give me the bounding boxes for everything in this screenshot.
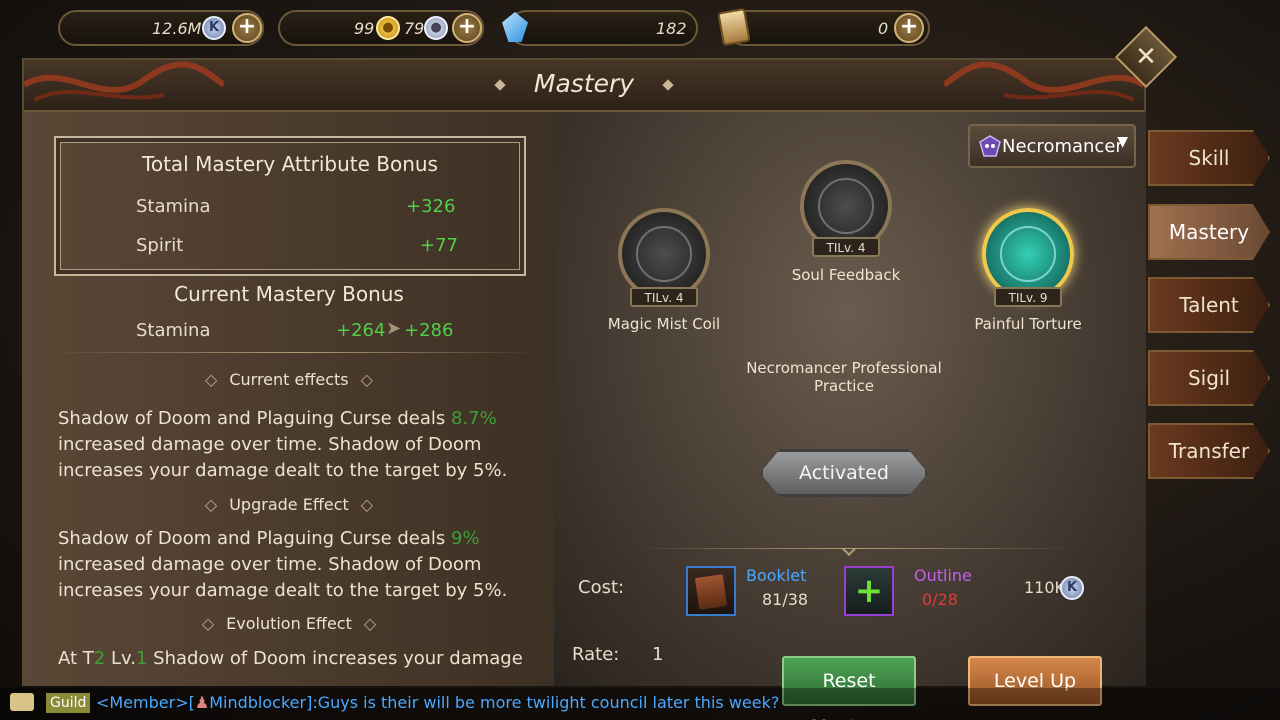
current-effects-text-b: increased damage over time. Shadow of Do…: [58, 434, 508, 481]
total-stamina-value: +326: [406, 196, 456, 217]
evolution-text-c: Shadow of Doom increases your damage: [147, 648, 523, 669]
current-stamina-from: +264: [336, 320, 386, 341]
evolution-text-a: At T: [58, 648, 94, 669]
evolution-text-b: Lv.: [105, 648, 136, 669]
add-card-button[interactable]: +: [894, 13, 924, 43]
plus-icon: +: [854, 571, 884, 611]
current-effects-text-a: Shadow of Doom and Plaguing Curse deals: [58, 408, 452, 429]
current-effects-text: Shadow of Doom and Plaguing Curse deals …: [58, 406, 528, 484]
tab-talent[interactable]: Talent: [1148, 277, 1270, 333]
card-resource: 0 +: [717, 7, 930, 47]
kcoin-icon: K: [1060, 576, 1084, 600]
current-bonus-title: Current Mastery Bonus: [174, 282, 404, 306]
evolution-effect-title-text: Evolution Effect: [226, 614, 352, 633]
upgrade-effect-title-text: Upgrade Effect: [229, 495, 349, 514]
add-kcoin-button[interactable]: +: [232, 13, 262, 43]
skill-name: Magic Mist Coil: [607, 315, 721, 333]
add-gold-button[interactable]: +: [452, 13, 482, 43]
upgrade-effect-text: Shadow of Doom and Plaguing Curse deals …: [58, 526, 528, 604]
booklet-count: 81/38: [762, 590, 809, 609]
current-effects-pct: 8.7%: [451, 408, 497, 429]
rate-value: 1: [652, 644, 664, 665]
class-select[interactable]: Necromancer ▼: [968, 124, 1136, 168]
booklet-name: Booklet: [746, 566, 807, 585]
total-bonus-box: Total Mastery Attribute Bonus Stamina +3…: [54, 136, 526, 276]
mastery-panel: Mastery Total Mastery Attribute Bonus St…: [22, 58, 1146, 720]
arrow-right-icon: ➤: [386, 318, 402, 339]
outline-count: 0/28: [922, 590, 958, 609]
practice-label: Necromancer Professional Practice: [746, 359, 942, 395]
card-value: 0: [878, 19, 889, 38]
kcoin-icon: K: [202, 16, 226, 40]
chat-bubble-icon[interactable]: [10, 693, 34, 711]
evolution-tier: 2: [93, 648, 106, 669]
current-stamina-label: Stamina: [136, 320, 211, 341]
kcoin-value: 12.6M: [152, 19, 202, 38]
close-icon: ✕: [1135, 42, 1157, 72]
total-spirit-label: Spirit: [136, 235, 184, 256]
activated-status: Activated: [760, 449, 928, 497]
chevron-down-icon: [841, 541, 857, 557]
skill-level-badge: TILv. 4: [630, 287, 698, 307]
skill-level-badge: TILv. 9: [994, 287, 1062, 307]
panel-title: Mastery: [24, 69, 1144, 98]
chat-channel-badge: Guild: [46, 693, 91, 713]
tab-sigil[interactable]: Sigil: [1148, 350, 1270, 406]
panel-header: Mastery: [24, 60, 1144, 112]
upgrade-text-a: Shadow of Doom and Plaguing Curse deals: [58, 528, 452, 549]
chevron-down-icon: ▼: [1117, 134, 1128, 150]
total-stamina-label: Stamina: [136, 196, 211, 217]
card-icon: [717, 7, 751, 47]
upgrade-text-b: increased damage over time. Shadow of Do…: [58, 554, 508, 601]
upgrade-effect-title: Upgrade Effect: [24, 495, 554, 514]
current-stamina-to: +286: [404, 320, 454, 341]
booklet-item[interactable]: [686, 566, 736, 616]
outline-name: Outline: [914, 566, 972, 585]
skill-name: Painful Torture: [974, 315, 1082, 333]
class-select-value: Necromancer: [1002, 136, 1123, 157]
mastery-info-pane[interactable]: Total Mastery Attribute Bonus Stamina +3…: [24, 112, 554, 686]
panel-title-text: Mastery: [533, 69, 635, 98]
kcoin-cost: 110K: [1024, 578, 1066, 597]
outline-item[interactable]: +: [844, 566, 894, 616]
gem-value: 182: [656, 19, 687, 38]
user-icon: ♟: [194, 693, 210, 712]
divider: [50, 352, 540, 353]
evolution-lv: 1: [135, 648, 148, 669]
mastery-skill-pane: Necromancer ▼ TILv. 4 Magic Mist Coil TI…: [554, 112, 1146, 720]
silver-value: 79: [404, 19, 425, 38]
upgrade-pct: 9%: [451, 528, 480, 549]
serpent-icon: [636, 226, 692, 282]
chat-sender[interactable]: Mindblocker: [209, 693, 306, 712]
gold-coin-icon: ●: [376, 16, 400, 40]
current-effects-title: Current effects: [24, 370, 554, 389]
evolution-effect-title: Evolution Effect: [24, 614, 554, 633]
skill-name: Soul Feedback: [791, 266, 901, 284]
cost-label: Cost:: [578, 577, 625, 598]
rate-label: Rate:: [572, 644, 620, 665]
chat-message: :Guys is their will be more twilight cou…: [312, 693, 780, 712]
zombie-hand-icon: [1000, 226, 1056, 282]
evolution-effect-text: At T2 Lv.1 Shadow of Doom increases your…: [58, 646, 528, 672]
current-effects-title-text: Current effects: [229, 370, 349, 389]
kcoin-resource: 12.6M K +: [58, 10, 264, 46]
gold-value: 99: [354, 19, 375, 38]
tab-skill[interactable]: Skill: [1148, 130, 1270, 186]
hand-icon: [818, 178, 874, 234]
chat-line: <Member>[♟Mindblocker]:Guys is their wil…: [96, 693, 780, 712]
chat-bar[interactable]: Guild <Member>[♟Mindblocker]:Guys is the…: [0, 688, 1280, 720]
total-spirit-value: +77: [420, 235, 458, 256]
silver-coin-icon: ●: [424, 16, 448, 40]
chat-rank: <Member>: [96, 693, 189, 712]
gem-resource: 182: [502, 10, 698, 46]
necromancer-class-icon: [979, 135, 1001, 157]
book-icon: [694, 574, 728, 610]
tab-transfer[interactable]: Transfer: [1148, 423, 1270, 479]
skill-level-badge: TILv. 4: [812, 237, 880, 257]
gold-silver-resource: 99 ● 79 ● +: [278, 10, 484, 46]
total-bonus-title: Total Mastery Attribute Bonus: [142, 152, 438, 176]
tab-mastery[interactable]: Mastery: [1148, 204, 1270, 260]
